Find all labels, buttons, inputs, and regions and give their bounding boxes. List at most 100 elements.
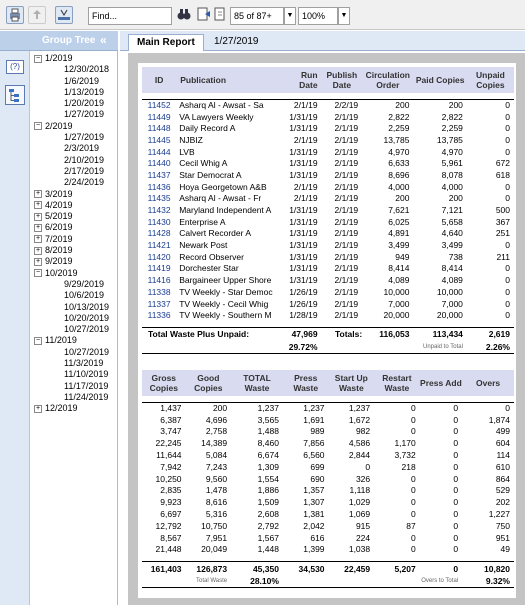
collapse-tree-icon[interactable]: −: [34, 54, 42, 63]
totals-label: Totals:: [334, 329, 363, 340]
expand-icon[interactable]: +: [34, 246, 42, 255]
collapse-tree-icon[interactable]: −: [34, 337, 42, 346]
collapse-tree-icon[interactable]: −: [34, 269, 42, 278]
tree-group[interactable]: +6/2019: [34, 222, 118, 233]
tree-item[interactable]: 10/6/2019: [34, 290, 118, 301]
tree-group-label[interactable]: 2/2019: [45, 121, 73, 131]
publication-table: ID Publication Run Date Publish Date Cir…: [142, 67, 514, 354]
report-viewer: ID Publication Run Date Publish Date Cir…: [128, 53, 525, 605]
collapse-tree-icon[interactable]: −: [34, 122, 42, 131]
table-cell: 618: [495, 169, 510, 180]
tab-main-report[interactable]: Main Report: [128, 34, 204, 51]
zoom-dropdown-icon[interactable]: ▼: [338, 7, 350, 25]
table-cell: 20,000: [436, 310, 463, 321]
expand-icon[interactable]: +: [34, 257, 42, 266]
table-cell: 8,616: [205, 497, 228, 508]
page-input[interactable]: 85 of 87+: [230, 7, 284, 25]
tree-item[interactable]: 2/17/2019: [34, 166, 118, 177]
tree-item[interactable]: 10/27/2019: [34, 324, 118, 335]
zoom-select[interactable]: 100%: [298, 7, 338, 25]
tree-group[interactable]: +9/2019: [34, 256, 118, 267]
collapse-icon[interactable]: «: [100, 33, 107, 47]
table-cell: 2/1/19: [334, 286, 359, 297]
tree-group[interactable]: −1/2019: [34, 53, 118, 64]
tree-group[interactable]: +4/2019: [34, 200, 118, 211]
table-cell: 0: [365, 461, 371, 472]
expand-icon[interactable]: +: [34, 224, 42, 233]
binoculars-icon[interactable]: [176, 6, 194, 24]
expand-icon[interactable]: +: [34, 404, 42, 413]
tree-group-label[interactable]: 6/2019: [45, 222, 73, 232]
table-cell: 9,560: [205, 473, 228, 484]
table-cell: 6,674: [257, 450, 279, 461]
expand-icon[interactable]: +: [34, 190, 42, 199]
tree-group[interactable]: +8/2019: [34, 245, 118, 256]
tree-group-label[interactable]: 12/2019: [45, 403, 78, 413]
print-icon[interactable]: [6, 6, 24, 24]
tree-item[interactable]: 10/13/2019: [34, 302, 118, 313]
tree-group-label[interactable]: 8/2019: [45, 245, 73, 255]
tree-item[interactable]: 2/24/2019: [34, 177, 118, 188]
page-goto-icon[interactable]: [212, 6, 230, 24]
find-input[interactable]: Find...: [88, 7, 172, 25]
tree-item[interactable]: 10/27/2019: [34, 347, 118, 358]
tree-item[interactable]: 10/20/2019: [34, 313, 118, 324]
table-cell: 11421: [147, 240, 171, 251]
tree-group[interactable]: +7/2019: [34, 234, 118, 245]
tree-group-label[interactable]: 5/2019: [45, 211, 73, 221]
table-cell: 11440: [147, 158, 171, 169]
help-icon[interactable]: (?): [6, 60, 24, 74]
tree-item[interactable]: 11/17/2019: [34, 381, 118, 392]
tree-item[interactable]: 1/20/2019: [34, 98, 118, 109]
tree-group[interactable]: −2/2019: [34, 121, 118, 132]
tree-group-label[interactable]: 4/2019: [45, 200, 73, 210]
table-cell: 0: [505, 310, 510, 321]
table-cell: 8,078: [441, 169, 463, 180]
tree-item[interactable]: 11/24/2019: [34, 392, 118, 403]
tree-item[interactable]: 2/10/2019: [34, 155, 118, 166]
tree-toggle-icon[interactable]: [55, 6, 73, 24]
expand-icon[interactable]: +: [34, 235, 42, 244]
tree-group-label[interactable]: 7/2019: [45, 234, 73, 244]
page-dropdown-icon[interactable]: ▼: [284, 7, 296, 25]
tree-item[interactable]: 9/29/2019: [34, 279, 118, 290]
total-waste-pct: 28.10%: [231, 575, 283, 588]
tree-group-label[interactable]: 3/2019: [45, 189, 73, 199]
table-cell: 0: [505, 403, 510, 414]
table-cell: 604: [495, 438, 510, 449]
tree-group[interactable]: +5/2019: [34, 211, 118, 222]
tree-group-label[interactable]: 9/2019: [45, 256, 73, 266]
tree-item[interactable]: 11/3/2019: [34, 358, 118, 369]
table-cell: 2,608: [257, 509, 279, 520]
table-cell: Calvert Recorder A: [179, 228, 252, 239]
tree-item[interactable]: 1/13/2019: [34, 87, 118, 98]
table-cell: 6,025: [388, 216, 410, 227]
tree-group-label[interactable]: 11/2019: [45, 335, 77, 345]
tree-item[interactable]: 11/10/2019: [34, 369, 118, 380]
table-cell: 0: [505, 263, 510, 274]
expand-icon[interactable]: +: [34, 212, 42, 221]
tree-group-label[interactable]: 1/2019: [45, 53, 73, 63]
table-cell: 1,874: [488, 414, 510, 425]
tab-date[interactable]: 1/27/2019: [206, 34, 267, 51]
table-cell: 1/26/19: [289, 298, 318, 309]
group-tree-icon[interactable]: [5, 85, 25, 105]
expand-icon[interactable]: +: [34, 201, 42, 210]
table-cell: 4,640: [441, 228, 463, 239]
tree-item[interactable]: 2/3/2019: [34, 143, 118, 154]
tree-group[interactable]: −11/2019: [34, 335, 118, 346]
tree-group[interactable]: +12/2019: [34, 403, 118, 414]
table-cell: 690: [310, 473, 325, 484]
tree-item[interactable]: 12/30/2018: [34, 64, 118, 75]
tree-item[interactable]: 1/27/2019: [34, 109, 118, 120]
tree-item[interactable]: 1/27/2019: [34, 132, 118, 143]
tree-group-label[interactable]: 10/2019: [45, 268, 78, 278]
tree-group[interactable]: −10/2019: [34, 268, 118, 279]
table-cell: 0: [453, 532, 459, 543]
table-cell: 1/31/19: [289, 146, 318, 157]
export-icon[interactable]: [28, 6, 46, 24]
table-cell: 2,835: [160, 485, 182, 496]
tree-item[interactable]: 1/6/2019: [34, 76, 118, 87]
table-cell: 11449: [147, 111, 171, 122]
tree-group[interactable]: +3/2019: [34, 189, 118, 200]
